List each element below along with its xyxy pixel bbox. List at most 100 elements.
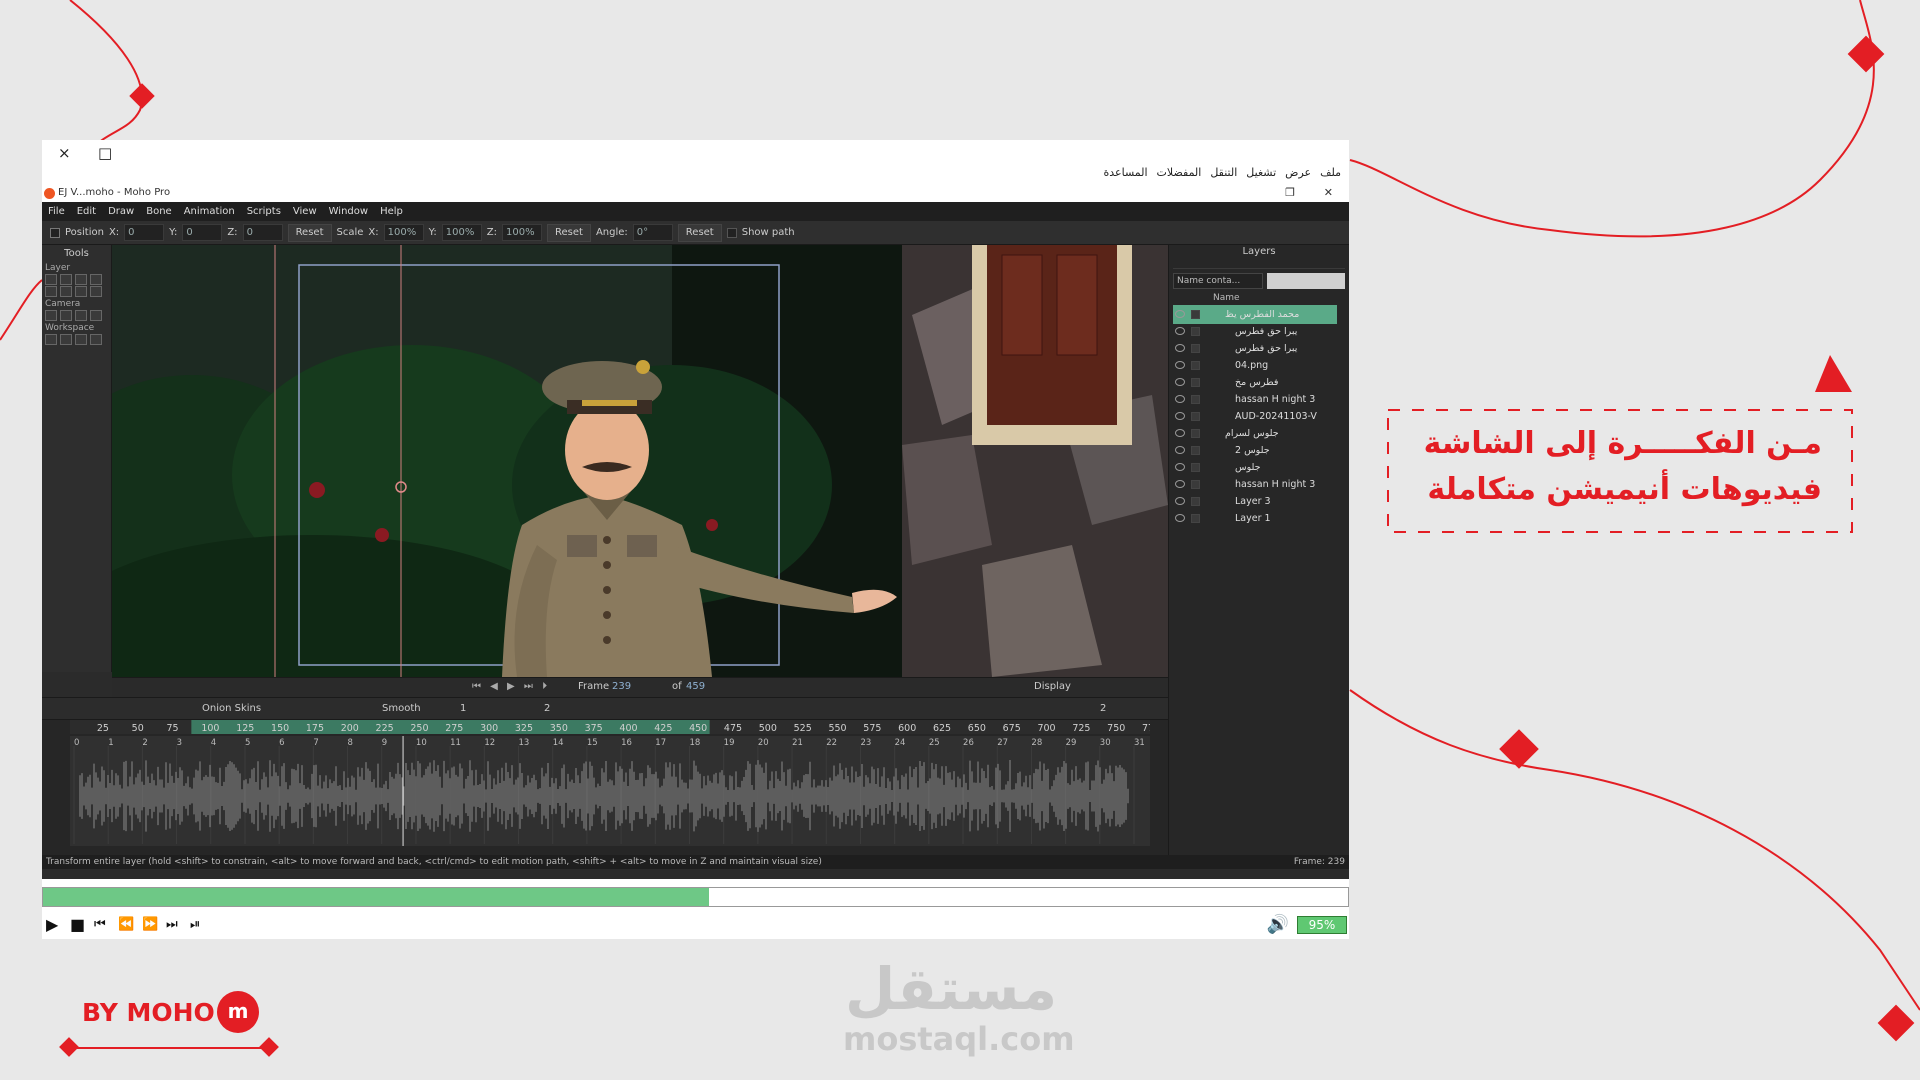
seconds-label: 31 <box>1134 738 1145 748</box>
position-x-field[interactable]: 0 <box>124 224 165 241</box>
moho-close-icon[interactable]: ✕ <box>1324 184 1333 202</box>
visibility-eye-icon[interactable] <box>1175 310 1185 318</box>
visibility-eye-icon[interactable] <box>1175 497 1185 505</box>
scale-y-field[interactable]: 100% <box>441 224 482 241</box>
menu-help-en[interactable]: Help <box>380 202 403 221</box>
display-dropdown[interactable]: Display <box>1034 681 1071 692</box>
volume-icon[interactable]: 🔊 <box>1267 911 1289 939</box>
previous-icon[interactable]: ⏮ <box>94 911 106 939</box>
visibility-eye-icon[interactable] <box>1175 327 1185 335</box>
position-y-field[interactable]: 0 <box>182 224 223 241</box>
close-icon[interactable]: × <box>58 144 71 162</box>
timeline-tracks[interactable]: 0 1 2 3 4 5 6 7 8 9 10 11 12 13 14 15 16 17 18 19 20 21 22 23 24… <box>70 736 1150 846</box>
flip-tool-icon[interactable] <box>45 286 57 297</box>
frame-step-icon[interactable]: ⏯ <box>190 911 200 939</box>
menu-animation[interactable]: Animation <box>184 202 235 221</box>
layer-lock-box[interactable] <box>1191 327 1200 336</box>
stop-icon[interactable]: ■ <box>70 911 85 939</box>
restore-icon[interactable]: ❐ <box>1285 184 1295 202</box>
onion-skins-button[interactable]: Onion Skins <box>202 703 261 714</box>
show-path-checkbox[interactable] <box>726 227 737 238</box>
workspace-rotate-icon[interactable] <box>75 334 87 345</box>
menu-file-en[interactable]: File <box>48 202 65 221</box>
layer-lock-box[interactable] <box>1191 344 1200 353</box>
visibility-eye-icon[interactable] <box>1175 514 1185 522</box>
shear-tool-icon[interactable] <box>90 274 102 285</box>
angle-field[interactable]: 0° <box>632 224 673 241</box>
canvas-viewport[interactable] <box>112 245 1168 677</box>
layer-search-input[interactable] <box>1267 273 1345 289</box>
keys-count-field[interactable]: 2 <box>544 703 550 714</box>
play-icon[interactable]: ▶ <box>46 911 58 939</box>
position-z-field[interactable]: 0 <box>242 224 283 241</box>
maximize-icon[interactable]: □ <box>98 144 112 162</box>
layer-lock-box[interactable] <box>1191 429 1200 438</box>
scale-z-field[interactable]: 100% <box>502 224 543 241</box>
visibility-eye-icon[interactable] <box>1175 395 1185 403</box>
camera-roll-icon[interactable] <box>75 310 87 321</box>
zoom-value-field[interactable]: 2 <box>1100 703 1106 714</box>
visibility-eye-icon[interactable] <box>1175 446 1185 454</box>
visibility-eye-icon[interactable] <box>1175 412 1185 420</box>
visibility-eye-icon[interactable] <box>1175 378 1185 386</box>
layer-filter-dropdown[interactable]: Name conta... <box>1173 273 1263 289</box>
interp-value-field[interactable]: 1 <box>460 703 466 714</box>
visibility-eye-icon[interactable] <box>1175 480 1185 488</box>
scale-x-field[interactable]: 100% <box>383 224 424 241</box>
layer-lock-box[interactable] <box>1191 480 1200 489</box>
eyedropper-tool-icon[interactable] <box>90 286 102 297</box>
workspace-zoom-icon[interactable] <box>60 334 72 345</box>
fast-forward-icon[interactable]: ⏩ <box>142 911 158 939</box>
layer-lock-box[interactable] <box>1191 412 1200 421</box>
layer-lock-box[interactable] <box>1191 395 1200 404</box>
visibility-eye-icon[interactable] <box>1175 463 1185 471</box>
reset-angle-button[interactable]: Reset <box>677 223 722 242</box>
menu-file[interactable]: ملف <box>1320 166 1341 179</box>
workspace-orbit-icon[interactable] <box>90 334 102 345</box>
playback-mini-controls[interactable]: ⏮ ◀ ▶ ⏭ ⏵ <box>472 681 550 692</box>
bend-tool-icon[interactable] <box>60 286 72 297</box>
transform-tool-icon[interactable] <box>45 274 57 285</box>
next-icon[interactable]: ⏭ <box>166 911 178 939</box>
layer-row[interactable]: Layer 1 <box>1173 509 1337 528</box>
total-frames-field[interactable]: 459 <box>686 681 705 692</box>
menu-bone[interactable]: Bone <box>146 202 171 221</box>
menu-draw[interactable]: Draw <box>108 202 134 221</box>
layer-lock-box[interactable] <box>1191 497 1200 506</box>
workspace-pan-icon[interactable] <box>45 334 57 345</box>
rotate-tool-icon[interactable] <box>75 274 87 285</box>
menu-edit[interactable]: Edit <box>77 202 96 221</box>
ruler-tick-label: 400 <box>619 723 637 734</box>
menu-view[interactable]: عرض <box>1285 166 1311 179</box>
camera-zoom-icon[interactable] <box>60 310 72 321</box>
visibility-eye-icon[interactable] <box>1175 429 1185 437</box>
menu-view-en[interactable]: View <box>293 202 317 221</box>
volume-level[interactable]: 95% <box>1297 916 1347 934</box>
frame-field[interactable]: 239 <box>612 681 631 692</box>
seek-bar[interactable] <box>42 887 1349 907</box>
reset-scale-button[interactable]: Reset <box>547 223 591 242</box>
camera-pan-icon[interactable] <box>90 310 102 321</box>
layer-lock-box[interactable] <box>1191 361 1200 370</box>
layer-lock-box[interactable] <box>1191 310 1200 319</box>
menu-window[interactable]: Window <box>329 202 368 221</box>
timeline-ruler[interactable]: 25 50 75 100 125 150 175 200 225 250 275 300 325 350 3… <box>70 720 1150 734</box>
menu-favorites[interactable]: المفضلات <box>1157 166 1202 179</box>
camera-track-icon[interactable] <box>45 310 57 321</box>
text-tool-icon[interactable] <box>75 286 87 297</box>
seconds-label: 17 <box>655 738 666 748</box>
menu-play[interactable]: تشغيل <box>1246 166 1276 179</box>
menu-help[interactable]: المساعدة <box>1104 166 1148 179</box>
visibility-eye-icon[interactable] <box>1175 344 1185 352</box>
translate-tool-icon[interactable] <box>60 274 72 285</box>
rewind-icon[interactable]: ⏪ <box>118 911 134 939</box>
visibility-eye-icon[interactable] <box>1175 361 1185 369</box>
layer-lock-box[interactable] <box>1191 446 1200 455</box>
menu-scripts[interactable]: Scripts <box>247 202 281 221</box>
layer-lock-box[interactable] <box>1191 463 1200 472</box>
menu-navigate[interactable]: التنقل <box>1210 166 1237 179</box>
reset-position-button[interactable]: Reset <box>287 223 332 242</box>
interpolation-dropdown[interactable]: Smooth <box>382 703 421 714</box>
layer-lock-box[interactable] <box>1191 378 1200 387</box>
layer-lock-box[interactable] <box>1191 514 1200 523</box>
